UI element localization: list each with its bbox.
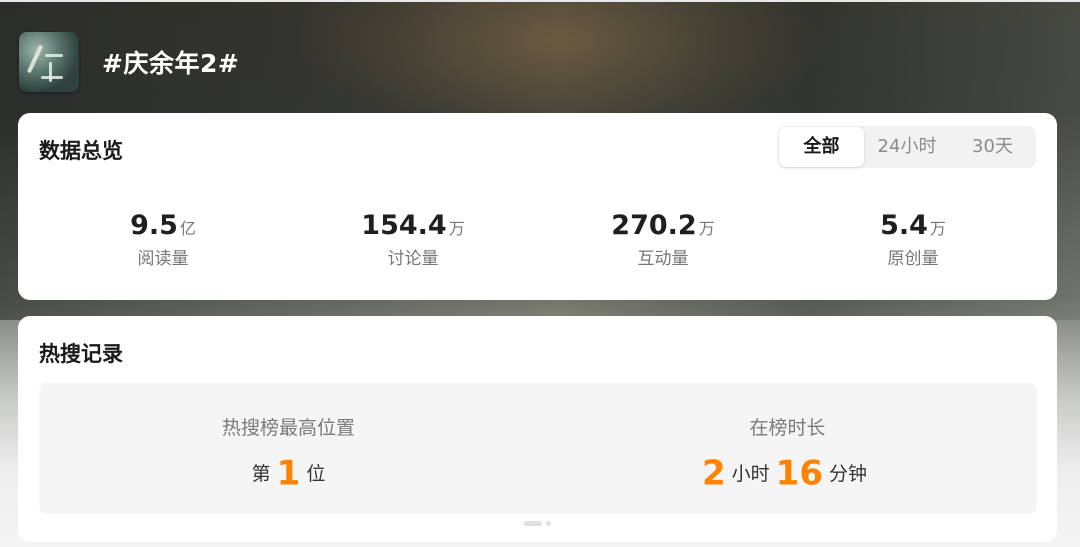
data-overview-card: 数据总览 全部 24小时 30天 9.5 亿 阅读量 154.4 万 讨论量 27 — [18, 113, 1057, 300]
stat-unit: 万 — [929, 219, 946, 238]
topic-cover-image[interactable] — [19, 32, 79, 92]
stat-label: 原创量 — [887, 249, 939, 269]
highest-position-label: 热搜榜最高位置 — [221, 417, 355, 439]
position-suffix: 位 — [306, 462, 326, 485]
stat-original-count: 5.4 万 原创量 — [788, 209, 1038, 269]
stats-row: 9.5亿 阅读量 154.4万 讨论量 270.2万 互动量 5.4万 — [38, 209, 1038, 273]
stat-value: 154.4 — [361, 210, 447, 241]
on-list-duration-value: 2 小时 16 分钟 — [538, 451, 1037, 495]
position-prefix: 第 — [251, 462, 271, 485]
stat-interaction-count: 270.2 万 互动量 — [538, 209, 788, 269]
tab-30-days[interactable]: 30天 — [950, 127, 1035, 167]
on-list-duration-block: 在榜时长 2 小时 16 分钟 — [538, 383, 1037, 514]
topic-header: #庆余年2# — [19, 32, 239, 92]
hot-search-record-title: 热搜记录 — [39, 342, 123, 366]
hot-search-panel: 热搜榜最高位置 第1位 在榜时长 2 小时 16 分钟 — [39, 383, 1037, 514]
tab-24-hours[interactable]: 24小时 — [864, 127, 950, 167]
stat-label: 阅读量 — [137, 249, 189, 269]
duration-minutes-unit: 分钟 — [829, 462, 868, 485]
stat-read-count: 9.5 亿 阅读量 — [38, 209, 288, 269]
stat-label: 讨论量 — [387, 249, 439, 269]
duration-minutes: 16 — [775, 453, 823, 494]
stat-value: 270.2 — [611, 210, 697, 241]
hot-search-record-card: 热搜记录 热搜榜最高位置 第1位 在榜时长 2 小时 16 分钟 — [18, 316, 1057, 542]
page-indicator — [18, 520, 1057, 526]
position-number: 1 — [276, 453, 301, 494]
stat-unit: 亿 — [179, 219, 196, 238]
page-dot[interactable] — [546, 520, 551, 526]
stat-unit: 万 — [448, 219, 465, 238]
highest-position-value: 第1位 — [39, 451, 538, 495]
duration-hours: 2 — [701, 453, 726, 494]
stat-discussion-count: 154.4 万 讨论量 — [288, 209, 538, 269]
time-range-tabs: 全部 24小时 30天 — [778, 126, 1036, 168]
stat-value: 9.5 — [130, 210, 178, 241]
tab-all[interactable]: 全部 — [779, 127, 864, 167]
stat-unit: 万 — [698, 219, 715, 238]
data-overview-title: 数据总览 — [39, 139, 123, 163]
page-dot-active[interactable] — [524, 520, 542, 526]
topic-title: #庆余年2# — [102, 49, 240, 78]
stat-label: 互动量 — [637, 249, 689, 269]
topic-page: #庆余年2# 数据总览 全部 24小时 30天 9.5 亿 阅读量 154.4 万 … — [0, 0, 1080, 547]
stat-value: 5.4 — [880, 210, 928, 241]
on-list-duration-label: 在榜时长 — [749, 417, 826, 439]
duration-hours-unit: 小时 — [731, 462, 770, 485]
highest-position-block: 热搜榜最高位置 第1位 — [39, 383, 538, 514]
